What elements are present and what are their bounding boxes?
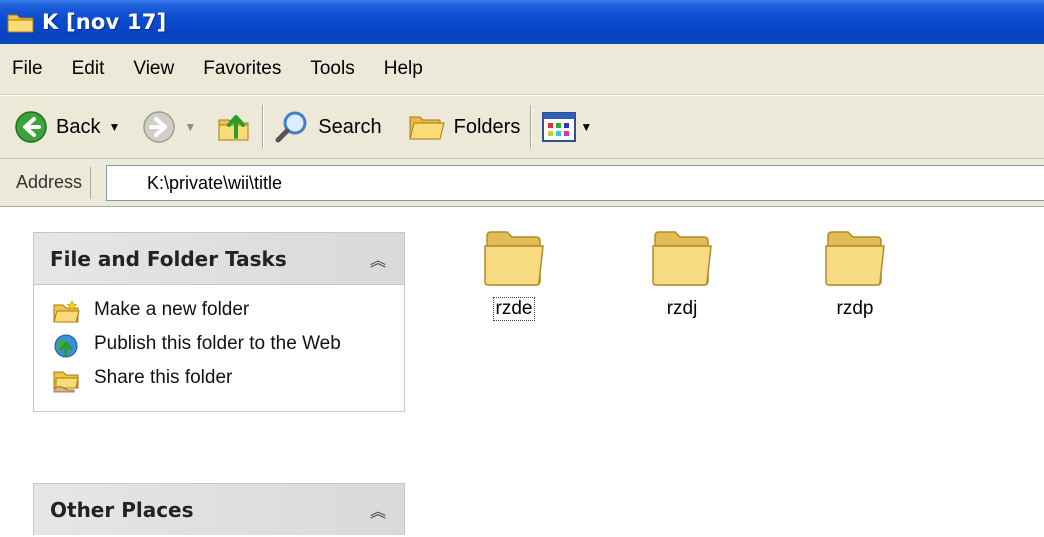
folder-name: rzdj: [666, 298, 698, 319]
folders-label: Folders: [453, 115, 521, 138]
folders-icon: [408, 116, 445, 140]
task-share-folder[interactable]: Share this folder: [52, 367, 392, 393]
folder-item-rzdp[interactable]: rzdp: [795, 226, 915, 320]
search-label: Search: [318, 115, 382, 138]
menu-help[interactable]: Help: [384, 58, 423, 80]
views-button[interactable]: ▼: [542, 102, 592, 152]
search-icon: [275, 111, 307, 143]
views-icon: [542, 112, 577, 142]
task-make-new-folder[interactable]: Make a new folder: [52, 299, 392, 325]
forward-dropdown-icon[interactable]: ▼: [184, 120, 196, 134]
search-button[interactable]: Search: [274, 102, 382, 152]
folder-name: rzdp: [836, 298, 874, 319]
other-places-title: Other Places: [50, 497, 194, 522]
folder-name: rzde: [492, 297, 536, 321]
window-title: K [nov 17]: [42, 10, 167, 34]
menu-file[interactable]: File: [12, 58, 43, 80]
toolbar-separator: [530, 105, 533, 149]
back-dropdown-icon[interactable]: ▼: [108, 120, 120, 134]
file-folder-tasks-panel: File and Folder Tasks ︽ Make a new folde…: [33, 232, 405, 412]
menu-tools[interactable]: Tools: [310, 58, 354, 80]
task-label: Make a new folder: [94, 299, 250, 320]
task-publish-to-web[interactable]: Publish this folder to the Web: [52, 333, 392, 359]
views-dropdown-icon[interactable]: ▼: [580, 120, 592, 134]
file-folder-tasks-header[interactable]: File and Folder Tasks ︽: [33, 232, 405, 284]
collapse-chevron-icon[interactable]: ︽: [370, 247, 386, 271]
menu-view[interactable]: View: [133, 58, 174, 80]
menu-favorites[interactable]: Favorites: [203, 58, 281, 80]
folders-button[interactable]: Folders: [408, 102, 521, 152]
back-label: Back: [56, 115, 101, 138]
new-folder-icon: [53, 300, 80, 323]
up-folder-button[interactable]: [216, 102, 252, 152]
folder-item-rzde[interactable]: rzde: [454, 226, 574, 321]
folder-icon: [652, 231, 712, 286]
toolbar-separator: [262, 105, 265, 149]
publish-web-icon: [54, 334, 78, 358]
address-value: K:\private\wii\title: [147, 172, 283, 193]
task-label: Share this folder: [94, 367, 233, 388]
share-folder-icon: [53, 371, 79, 393]
back-button[interactable]: Back ▼: [14, 102, 120, 152]
toolbar: Back ▼ ▼ Search Folders ▼: [0, 95, 1044, 159]
menu-bar: File Edit View Favorites Tools Help: [0, 44, 1044, 95]
address-input[interactable]: K:\private\wii\title: [106, 165, 1044, 201]
up-folder-icon: [218, 115, 249, 141]
folder-icon: [7, 14, 34, 33]
task-label: Publish this folder to the Web: [94, 333, 341, 354]
address-bar: Address K:\private\wii\title: [0, 159, 1044, 207]
forward-arrow-icon: [143, 111, 176, 143]
folder-icon: [825, 231, 885, 286]
back-arrow-icon: [15, 111, 47, 143]
folder-item-rzdj[interactable]: rzdj: [622, 226, 742, 320]
menu-edit[interactable]: Edit: [72, 58, 105, 80]
file-folder-tasks-body: Make a new folder Publish this folder to…: [33, 284, 405, 412]
forward-button[interactable]: ▼: [142, 102, 196, 152]
file-folder-tasks-title: File and Folder Tasks: [50, 246, 287, 271]
collapse-chevron-icon[interactable]: ︽: [370, 498, 386, 522]
other-places-header[interactable]: Other Places ︽: [33, 483, 405, 535]
address-label: Address: [16, 166, 92, 199]
other-places-panel: Other Places ︽: [33, 483, 405, 535]
folder-icon: [484, 231, 544, 286]
title-bar[interactable]: K [nov 17]: [0, 0, 1044, 44]
